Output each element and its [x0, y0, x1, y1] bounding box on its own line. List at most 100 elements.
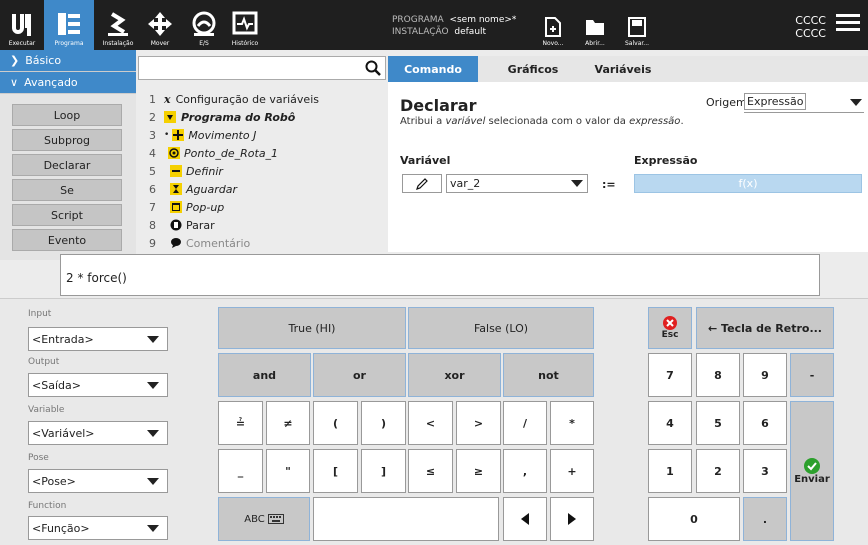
- tree-row[interactable]: 7 Pop-up: [138, 198, 224, 216]
- tab-programa[interactable]: Programa: [44, 0, 94, 50]
- greater-equal-key[interactable]: ≥: [456, 449, 501, 493]
- enter-button[interactable]: Enviar: [790, 401, 834, 541]
- variable-select[interactable]: var_2: [446, 174, 588, 193]
- tab-es[interactable]: E/S: [184, 0, 224, 50]
- key-1[interactable]: 1: [648, 449, 692, 493]
- pencil-icon: [416, 177, 428, 190]
- key-0[interactable]: 0: [648, 497, 740, 541]
- esc-button[interactable]: Esc: [648, 307, 692, 349]
- or-key[interactable]: or: [313, 353, 406, 397]
- tree-row[interactable]: 4 Ponto_de_Rota_1: [149, 144, 278, 162]
- true-key[interactable]: True (HI): [218, 307, 406, 349]
- expression-editor-input[interactable]: 2 * force(): [60, 254, 820, 296]
- key-8[interactable]: 8: [696, 353, 740, 397]
- tree-row[interactable]: 2 Programa do Robô: [138, 108, 295, 126]
- not-key[interactable]: not: [503, 353, 594, 397]
- tab-executar[interactable]: Executar: [0, 0, 44, 50]
- origin-value: Expressão: [744, 93, 807, 110]
- comma-key[interactable]: ,: [503, 449, 547, 493]
- program-search-input[interactable]: [138, 56, 386, 80]
- new-button[interactable]: Novo...: [538, 0, 568, 50]
- origin-select[interactable]: Expressão: [744, 93, 864, 113]
- open-paren-key[interactable]: (: [313, 401, 358, 445]
- key-6[interactable]: 6: [743, 401, 787, 445]
- and-key[interactable]: and: [218, 353, 311, 397]
- nav-item-script[interactable]: Script: [12, 204, 122, 226]
- key-2[interactable]: 2: [696, 449, 740, 493]
- pose-label: Pose: [28, 453, 49, 463]
- tab-mover[interactable]: Mover: [142, 0, 178, 50]
- io-icon: [192, 11, 216, 36]
- function-select[interactable]: <Função>: [28, 516, 168, 540]
- less-than-key[interactable]: <: [408, 401, 453, 445]
- tree-row[interactable]: 8 Parar: [138, 216, 215, 234]
- pose-select[interactable]: <Pose>: [28, 469, 168, 493]
- key-3[interactable]: 3: [743, 449, 787, 493]
- abc-keyboard-button[interactable]: ABC: [218, 497, 310, 541]
- save-button[interactable]: Salvar...: [622, 0, 652, 50]
- tree-row[interactable]: 9 Comentário: [138, 234, 250, 252]
- line-number: 6: [149, 182, 156, 196]
- output-select[interactable]: <Saída>: [28, 373, 168, 397]
- expression-field[interactable]: f(x): [634, 174, 862, 193]
- nav-item-subprog[interactable]: Subprog: [12, 129, 122, 151]
- input-select[interactable]: <Entrada>: [28, 327, 168, 351]
- tree-row[interactable]: 6 Aguardar: [138, 180, 237, 198]
- tree-row[interactable]: 5 Definir: [138, 162, 223, 180]
- equals-key[interactable]: ≟: [218, 401, 263, 445]
- xor-key[interactable]: xor: [408, 353, 501, 397]
- nav-item-evento[interactable]: Evento: [12, 229, 122, 251]
- multiply-key[interactable]: *: [550, 401, 594, 445]
- key-9[interactable]: 9: [743, 353, 787, 397]
- tab-instalacao-label: Instalação: [102, 40, 134, 47]
- tree-node-label: Parar: [186, 218, 215, 232]
- close-bracket-key[interactable]: ]: [361, 449, 406, 493]
- open-bracket-key[interactable]: [: [313, 449, 358, 493]
- variable-select[interactable]: <Variável>: [28, 421, 168, 445]
- false-key[interactable]: False (LO): [408, 307, 594, 349]
- chevron-down-icon: [147, 336, 159, 343]
- section-basico[interactable]: ❯ Básico: [0, 50, 136, 72]
- desc-prefix: Atribui a: [400, 116, 446, 127]
- search-icon[interactable]: [365, 60, 381, 76]
- cursor-right-button[interactable]: [550, 497, 594, 541]
- chevron-right-icon: ❯: [10, 54, 20, 67]
- tree-row[interactable]: 3 • Movimento J: [138, 126, 256, 144]
- nav-item-loop[interactable]: Loop: [12, 104, 122, 126]
- tab-historico[interactable]: Histórico: [224, 0, 266, 50]
- line-number: 3: [149, 128, 156, 142]
- cursor-left-button[interactable]: [503, 497, 547, 541]
- decimal-key[interactable]: .: [743, 497, 787, 541]
- less-equal-key[interactable]: ≤: [408, 449, 453, 493]
- tab-comando[interactable]: Comando: [388, 56, 478, 82]
- section-avancado[interactable]: ∨ Avançado: [0, 72, 136, 94]
- tree-row[interactable]: 1 x Configuração de variáveis: [138, 90, 319, 108]
- hamburger-menu-icon[interactable]: [836, 12, 860, 34]
- not-equal-key[interactable]: ≠: [266, 401, 310, 445]
- desc-mid: selecionada com o valor da: [485, 116, 630, 127]
- backspace-button[interactable]: ← Tecla de Retro...: [696, 307, 834, 349]
- greater-than-key[interactable]: >: [456, 401, 501, 445]
- tab-variaveis[interactable]: Variáveis: [578, 56, 668, 82]
- chevron-down-icon: [147, 478, 159, 485]
- log-icon: [232, 11, 258, 35]
- key-4[interactable]: 4: [648, 401, 692, 445]
- nav-item-se[interactable]: Se: [12, 179, 122, 201]
- plus-key[interactable]: +: [550, 449, 594, 493]
- tab-graficos[interactable]: Gráficos: [478, 56, 588, 82]
- close-paren-key[interactable]: ): [361, 401, 406, 445]
- tab-executar-label: Executar: [8, 40, 36, 47]
- open-button[interactable]: Abrir...: [580, 0, 610, 50]
- underscore-key[interactable]: _: [218, 449, 263, 493]
- minus-key[interactable]: -: [790, 353, 834, 397]
- divide-key[interactable]: /: [503, 401, 547, 445]
- save-icon: [628, 17, 646, 37]
- robot-program-icon: [164, 111, 176, 123]
- tab-instalacao[interactable]: Instalação: [94, 0, 142, 50]
- edit-variable-button[interactable]: [402, 174, 442, 193]
- key-7[interactable]: 7: [648, 353, 692, 397]
- space-key[interactable]: [313, 497, 499, 541]
- key-5[interactable]: 5: [696, 401, 740, 445]
- quote-key[interactable]: ": [266, 449, 310, 493]
- nav-item-declarar[interactable]: Declarar: [12, 154, 122, 176]
